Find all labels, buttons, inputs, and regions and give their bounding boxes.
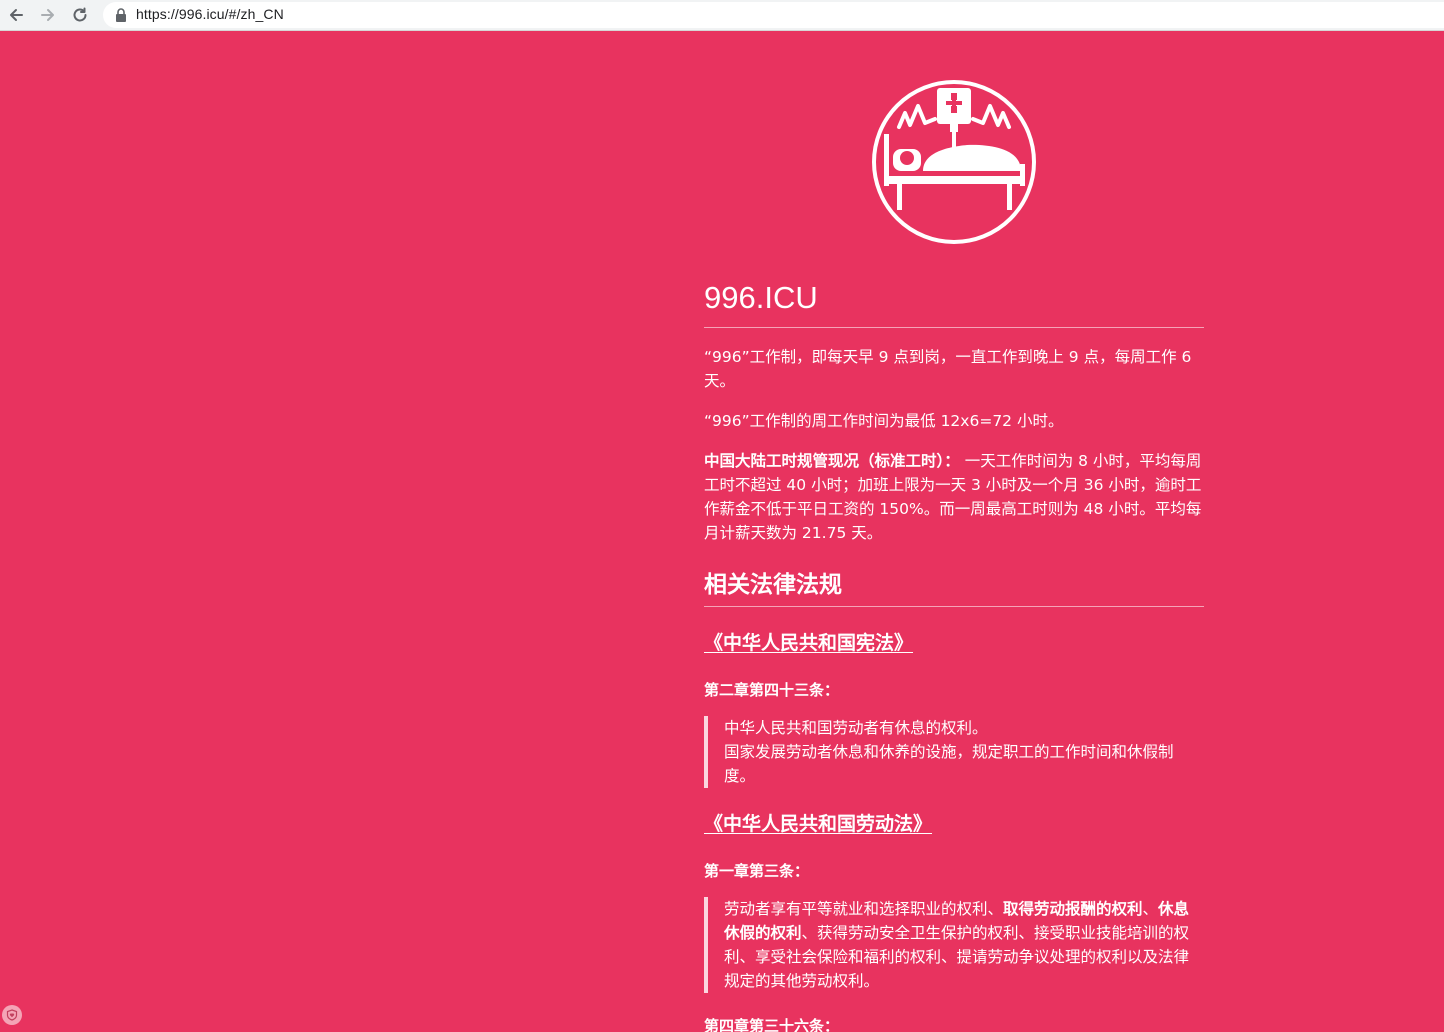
law-heading-constitution: 《中华人民共和国宪法》	[704, 629, 913, 657]
labor-law-chapter: 第一章第三条：	[704, 862, 810, 880]
constitution-link[interactable]: 《中华人民共和国宪法》	[704, 632, 913, 654]
arrow-right-icon	[41, 9, 54, 21]
intro-paragraph-1: “996”工作制，即每天早 9 点到岗，一直工作到晚上 9 点，每周工作 6 天…	[704, 348, 1192, 390]
labor-law-link[interactable]: 《中华人民共和国劳动法》	[704, 813, 932, 835]
quote-line: 国家发展劳动者休息和休养的设施，规定职工的工作时间和休假制度。	[724, 743, 1174, 785]
quote-text: 劳动者享有平等就业和选择职业的权利、	[724, 900, 1004, 918]
quote-line: 中华人民共和国劳动者有休息的权利。	[724, 719, 988, 737]
page-title: 996.ICU	[704, 280, 818, 315]
forward-button[interactable]	[36, 3, 60, 27]
quote-bold-text: 取得劳动报酬的权利	[1003, 900, 1143, 918]
extension-badge[interactable]	[2, 1005, 22, 1025]
labor-law-quote: 劳动者享有平等就业和选择职业的权利、取得劳动报酬的权利、休息休假的权利、获得劳动…	[704, 897, 1204, 993]
reload-icon	[73, 7, 87, 22]
intro-paragraph-3: 中国大陆工时规管现况（标准工时）： 一天工作时间为 8 小时，平均每周工时不超过…	[704, 449, 1204, 545]
section-heading-laws: 相关法律法规	[704, 572, 842, 598]
lock-icon	[116, 8, 126, 22]
law-heading-labor-law: 《中华人民共和国劳动法》	[704, 810, 932, 838]
standard-hours-label: 中国大陆工时规管现况（标准工时）：	[704, 452, 960, 470]
browser-toolbar: https://996.icu/#/zh_CN	[0, 0, 1444, 31]
shield-heart-icon	[6, 1009, 18, 1021]
quote-text: 、	[1142, 900, 1159, 918]
labor-law-chapter-next: 第四章第三十六条：	[704, 1017, 840, 1032]
constitution-quote: 中华人民共和国劳动者有休息的权利。 国家发展劳动者休息和休养的设施，规定职工的工…	[704, 716, 1204, 788]
arrow-left-icon	[10, 9, 23, 21]
page: 996.ICU “996”工作制，即每天早 9 点到岗，一直工作到晚上 9 点，…	[0, 31, 1444, 1032]
reload-button[interactable]	[68, 3, 92, 27]
constitution-chapter: 第二章第四十三条：	[704, 681, 840, 699]
intro-paragraph-2: “996”工作制的周工作时间为最低 12x6=72 小时。	[704, 412, 1064, 430]
address-bar[interactable]: https://996.icu/#/zh_CN	[103, 2, 1444, 28]
url-text[interactable]: https://996.icu/#/zh_CN	[136, 6, 284, 22]
quote-line: 劳动者享有平等就业和选择职业的权利、取得劳动报酬的权利、休息休假的权利、获得劳动…	[724, 897, 1204, 993]
hospital-bed-icon	[872, 80, 1036, 244]
title-divider	[704, 327, 1204, 328]
back-button[interactable]	[4, 3, 28, 27]
section-divider	[704, 606, 1204, 607]
